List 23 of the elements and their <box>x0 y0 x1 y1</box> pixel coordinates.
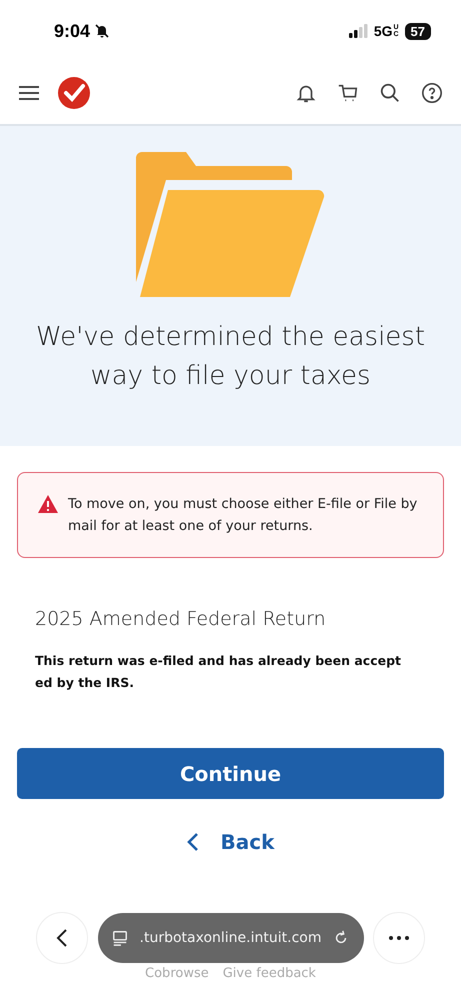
back-button[interactable]: Back <box>180 829 280 855</box>
signal-icon <box>348 24 369 38</box>
return-title: 2025 Amended Federal Return <box>35 608 327 630</box>
alert-message: To move on, you must choose either E-file or File by mail for at least one of your returns. <box>68 495 418 536</box>
checkmark-logo-icon[interactable] <box>58 77 90 109</box>
hero-title: We've determined the easiest way to file your taxes <box>34 321 426 393</box>
battery-level: 57 <box>404 22 431 40</box>
continue-button[interactable]: Continue <box>17 748 444 799</box>
warning-icon <box>38 495 58 513</box>
menu-icon[interactable] <box>18 85 40 101</box>
more-dots-icon <box>389 936 409 940</box>
chevron-left-icon <box>56 928 68 948</box>
tabs-icon <box>112 929 128 947</box>
page-url: .turbotaxonline.intuit.com <box>140 930 322 946</box>
cart-icon[interactable] <box>337 82 359 104</box>
status-time: 9:04 <box>54 20 90 42</box>
bell-muted-icon <box>94 23 110 39</box>
return-note: This return was e-filed and has already been accept ed by the IRS. <box>35 652 402 692</box>
network-label: 5G <box>374 23 393 39</box>
chevron-left-icon <box>186 832 199 852</box>
help-icon[interactable] <box>421 82 443 104</box>
address-bar[interactable]: .turbotaxonline.intuit.com <box>98 913 364 963</box>
search-icon[interactable] <box>379 82 401 104</box>
